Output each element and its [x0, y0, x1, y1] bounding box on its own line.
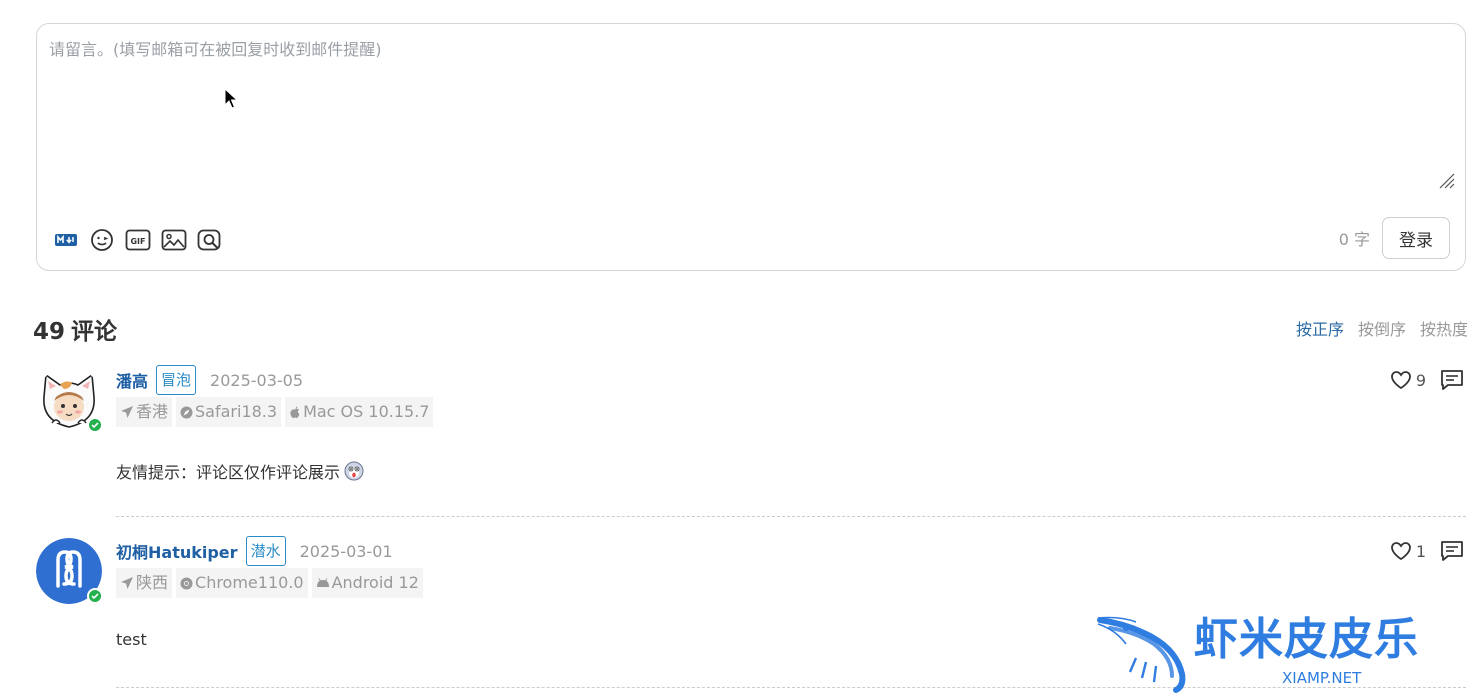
os-text: Mac OS 10.15.7 [303, 402, 430, 421]
os-badge: Android 12 [311, 568, 423, 598]
like-button[interactable]: 9 [1390, 370, 1426, 390]
comment-meta: 初桐Hatukiper 潜水 2025-03-01 [116, 534, 1466, 568]
comments-count-number: 49 [33, 319, 66, 345]
emoji-button[interactable] [87, 225, 117, 255]
preview-button[interactable] [195, 225, 225, 255]
comments-header: 49 评论 按正序 按倒序 按热度 [33, 310, 1475, 346]
heart-icon [1390, 542, 1411, 561]
page: GIF 0 字 登录 [0, 0, 1475, 698]
comment-editor: GIF 0 字 登录 [36, 23, 1466, 271]
location-text: 香港 [136, 402, 169, 421]
browser-badge: Safari18.3 [176, 397, 282, 427]
sort-tab-hot[interactable]: 按热度 [1420, 316, 1468, 340]
browser-text: Safari18.3 [195, 402, 278, 421]
verified-icon [87, 588, 103, 604]
comment-meta: 潘高 冒泡 2025-03-05 [116, 363, 1466, 397]
comment-content: 友情提示：评论区仅作评论展示 [116, 459, 1466, 483]
verified-icon [87, 417, 103, 433]
comment-author[interactable]: 初桐Hatukiper [116, 539, 238, 563]
word-count: 0 字 [1338, 230, 1370, 249]
avatar[interactable] [36, 367, 103, 433]
like-button[interactable]: 1 [1390, 541, 1426, 561]
like-count: 9 [1415, 370, 1426, 390]
watermark-text: 虾米皮皮乐 [1194, 614, 1419, 665]
safari-icon [180, 406, 193, 418]
comment-badges: 香港 Safari18.3 Mac OS 10.15.7 [116, 397, 1466, 427]
gif-icon: GIF [125, 229, 151, 251]
avatar[interactable] [36, 538, 103, 604]
apple-icon [290, 406, 300, 418]
resize-handle-icon[interactable] [1437, 171, 1455, 189]
comment-date: 2025-03-05 [210, 370, 304, 390]
location-arrow-icon [121, 406, 133, 418]
comments-count-label: 评论 [71, 319, 118, 345]
emoji-icon [91, 229, 113, 251]
comments-count: 49 评论 [33, 312, 117, 346]
location-badge: 陕西 [116, 568, 173, 598]
comment-date: 2025-03-01 [299, 541, 393, 561]
like-count: 1 [1415, 541, 1426, 561]
location-text: 陕西 [136, 573, 169, 592]
watermark: 虾米皮皮乐 XIAMP.NET [1096, 612, 1475, 698]
svg-text:GIF: GIF [130, 237, 145, 246]
sort-tabs: 按正序 按倒序 按热度 [1296, 316, 1468, 340]
markdown-button[interactable] [51, 225, 81, 255]
android-icon [316, 578, 329, 587]
watermark-subtext: XIAMP.NET [1282, 669, 1362, 687]
heart-icon [1390, 371, 1411, 390]
os-text: Android 12 [331, 573, 419, 592]
os-badge: Mac OS 10.15.7 [285, 397, 434, 427]
comment-text: test [116, 630, 147, 649]
sort-tab-descending[interactable]: 按倒序 [1358, 316, 1406, 340]
editor-actions: 0 字 登录 [1339, 217, 1450, 259]
reply-icon[interactable] [1440, 540, 1464, 562]
comment-body: 潘高 冒泡 2025-03-05 香港 Safari18.3 Mac OS 10… [116, 363, 1466, 483]
browser-text: Chrome110.0 [195, 573, 304, 592]
login-button[interactable]: 登录 [1382, 217, 1450, 259]
comment-textarea[interactable] [49, 36, 1453, 196]
preview-icon [197, 229, 221, 251]
comment-actions: 9 [1390, 369, 1464, 391]
comment-divider [116, 516, 1466, 517]
comment-text: 友情提示：评论区仅作评论展示 [116, 463, 341, 482]
location-badge: 香港 [116, 397, 173, 427]
shrimp-logo-icon [1097, 616, 1186, 693]
comment-badges: 陕西 Chrome110.0 Android 12 [116, 568, 1466, 598]
chrome-icon [180, 577, 193, 589]
sort-tab-ascending[interactable]: 按正序 [1296, 316, 1344, 340]
markdown-icon [55, 234, 77, 246]
comment-author[interactable]: 潘高 [116, 368, 148, 392]
level-badge: 冒泡 [156, 365, 197, 395]
gif-button[interactable]: GIF [123, 225, 153, 255]
dog-emoji-icon [344, 461, 364, 481]
mouse-cursor-icon [224, 88, 238, 109]
comment-actions: 1 [1390, 540, 1464, 562]
editor-toolbar: GIF [51, 224, 225, 256]
browser-badge: Chrome110.0 [176, 568, 308, 598]
location-arrow-icon [121, 577, 133, 589]
level-badge: 潜水 [245, 536, 286, 566]
reply-icon[interactable] [1440, 369, 1464, 391]
image-icon [161, 229, 187, 251]
image-button[interactable] [159, 225, 189, 255]
